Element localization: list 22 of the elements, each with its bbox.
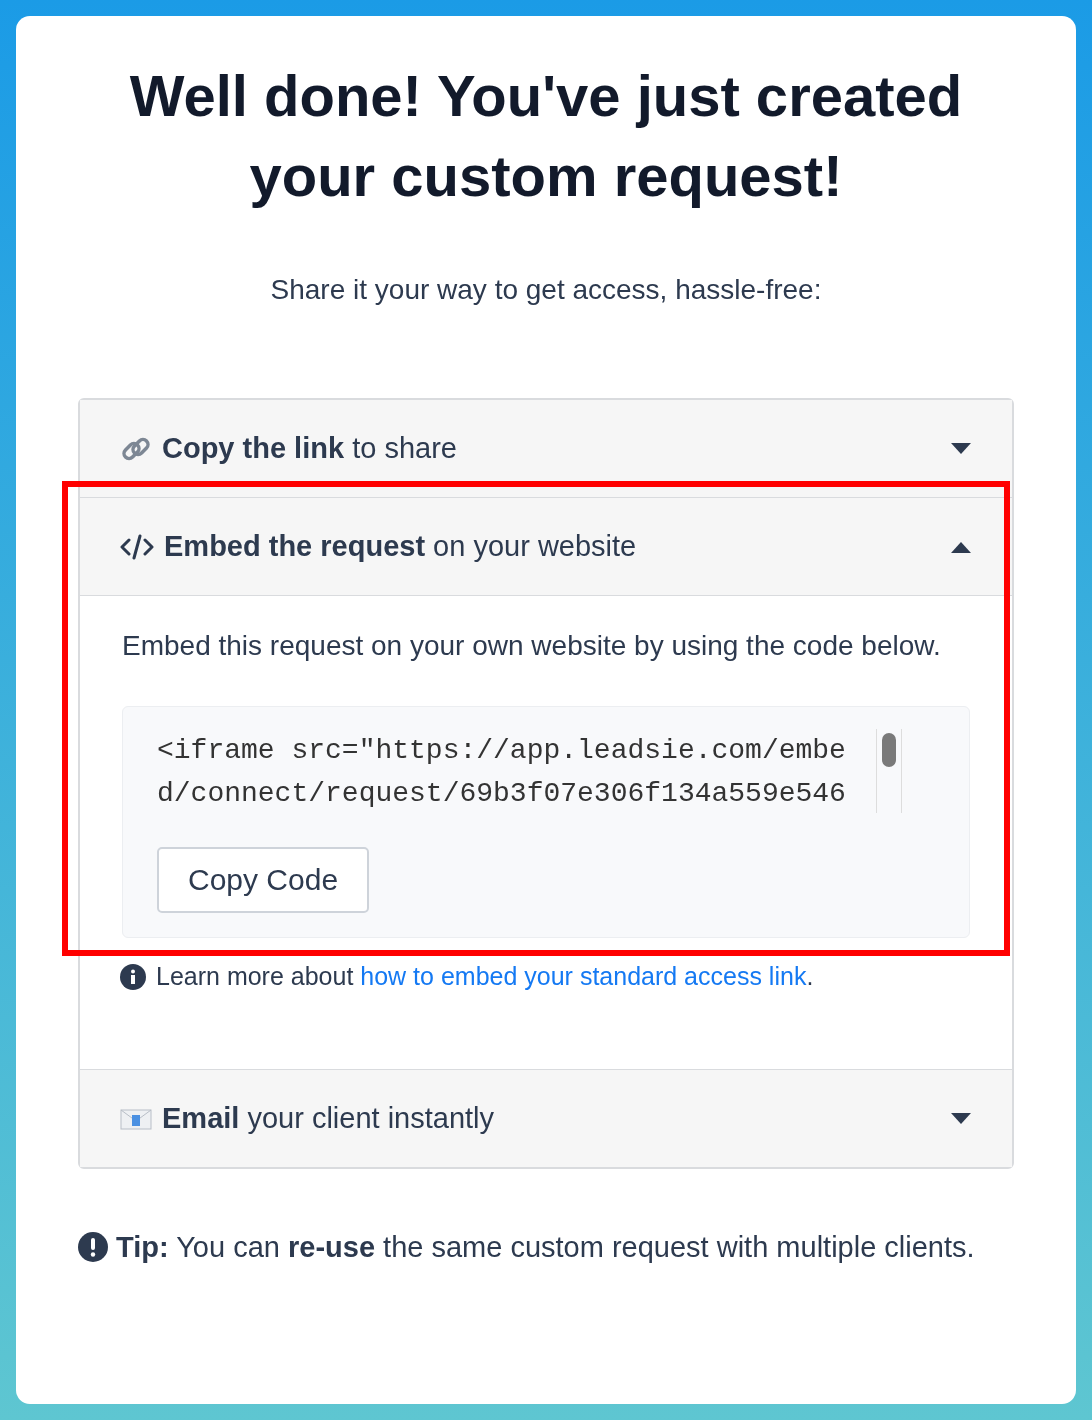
tip-text: Tip: You can re-use the same custom request with multiple clients. — [116, 1230, 975, 1265]
subtitle: Share it your way to get access, hassle-free: — [269, 274, 823, 306]
embed-code: <iframe src="https://app.leadsie.com/embed/connect/request/69b3f07e306f134a559e546 — [157, 734, 846, 811]
code-icon — [120, 533, 154, 560]
help-link[interactable]: how to embed your standard access link — [360, 962, 807, 990]
copy-code-button[interactable]: Copy Code — [157, 847, 370, 913]
accordion-header[interactable]: Embed the request on your website — [80, 498, 1012, 596]
scrollbar[interactable] — [875, 729, 902, 813]
section-title: Copy the link to share — [162, 432, 458, 465]
page-heading: Well done! You've just created your custom request! — [128, 62, 964, 210]
section-title: Embed the request on your website — [164, 530, 638, 563]
accordion-header[interactable]: Copy the link to share — [80, 400, 1012, 497]
envelope-icon — [120, 1106, 152, 1131]
info-icon — [120, 963, 146, 990]
caret-down-icon — [950, 1112, 972, 1125]
caret-up-icon — [950, 540, 972, 553]
caret-down-icon — [950, 442, 972, 455]
section-title: Email your client instantly — [162, 1102, 496, 1135]
exclamation-icon — [78, 1232, 108, 1262]
accordion-header[interactable]: Email your client instantly — [80, 1070, 1012, 1167]
help-text: Learn more about how to embed your standard access link. — [156, 962, 814, 991]
description: Embed this request on your own website by using the code below. — [122, 629, 942, 663]
